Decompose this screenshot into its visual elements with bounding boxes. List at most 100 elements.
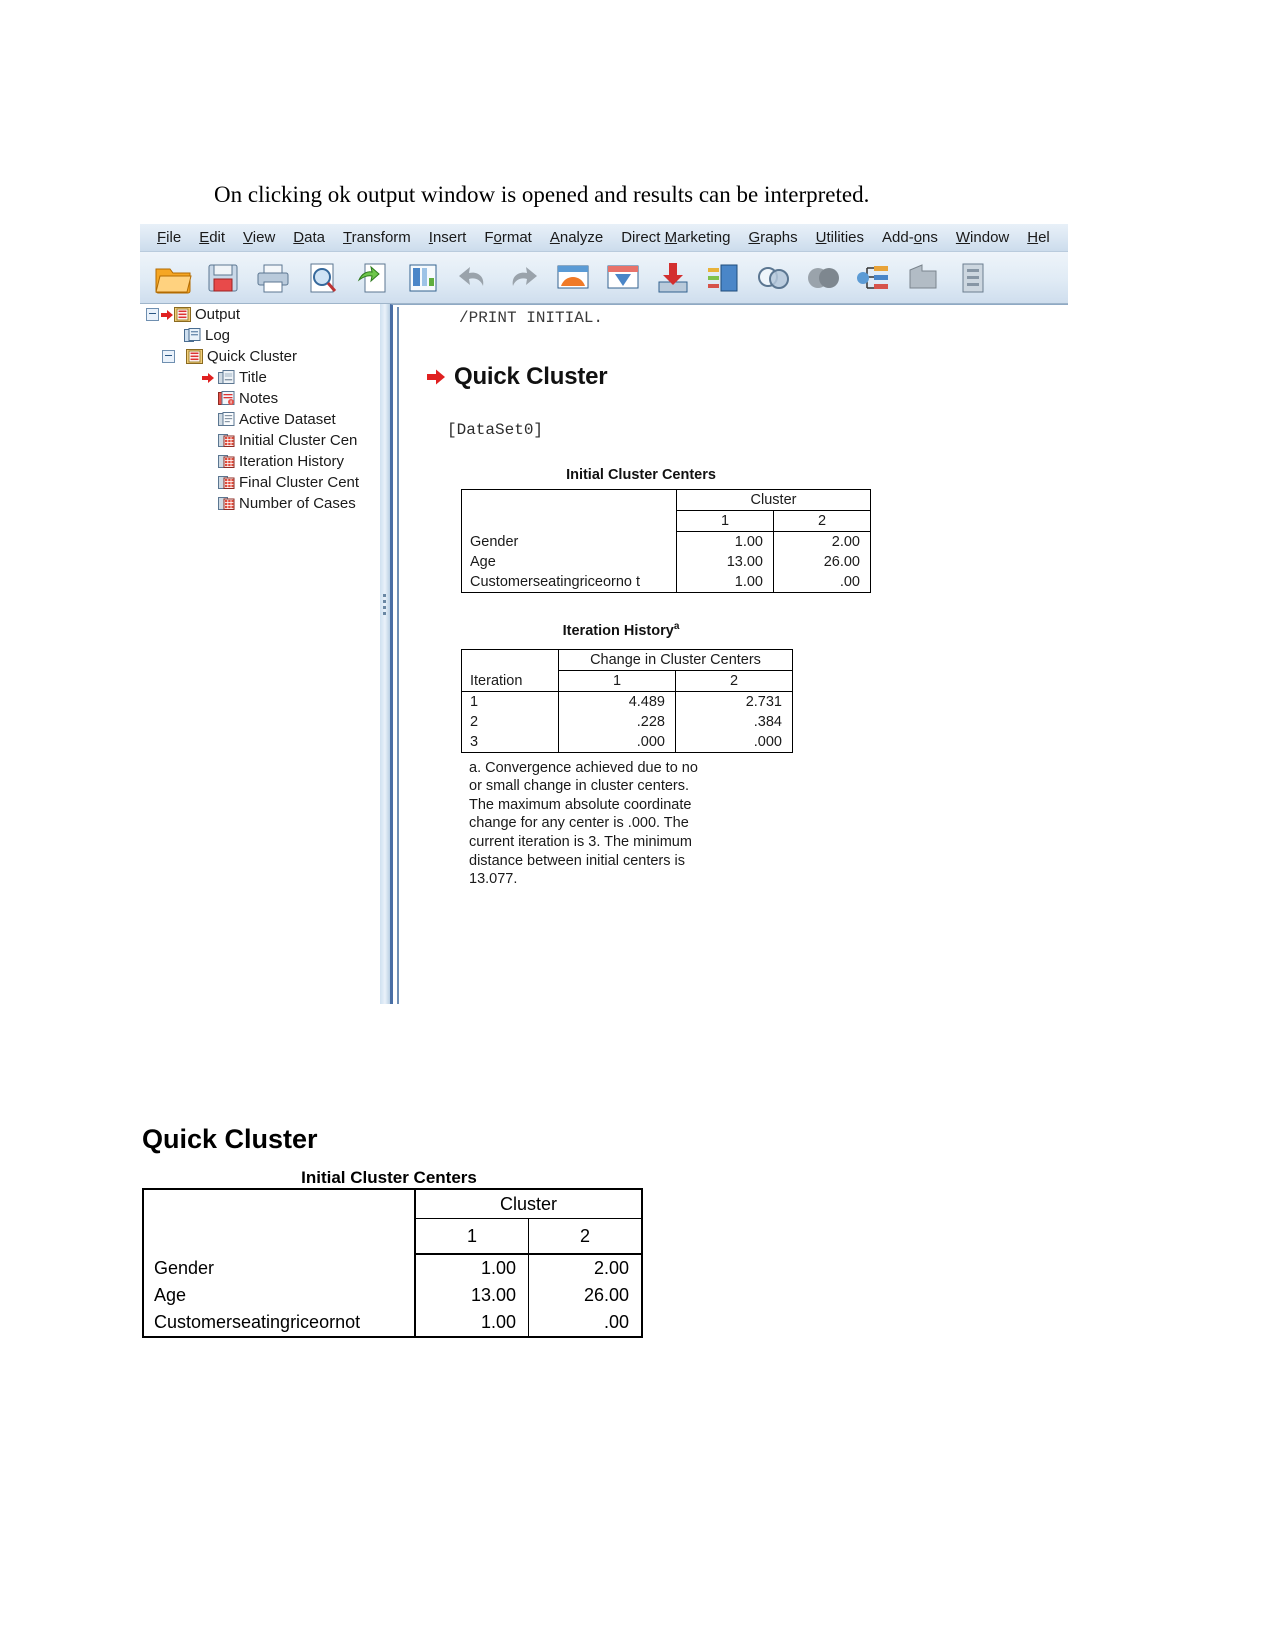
menu-item-direct-marketing[interactable]: Direct Marketing [612, 229, 739, 246]
tree-item-active-dataset[interactable]: Active Dataset [140, 409, 380, 430]
cell-value: 4.489 [628, 693, 665, 710]
table-row: Gender 1.00 2.00 [143, 1254, 642, 1282]
notes-icon [218, 391, 235, 406]
goto-variable-icon[interactable] [600, 256, 646, 300]
splitter-grip-icon [383, 594, 386, 618]
recall-dialogs-icon[interactable] [400, 256, 446, 300]
goto-case-icon[interactable] [550, 256, 596, 300]
tree-item-label: Final Cluster Cent [239, 474, 360, 491]
table-header-row: Cluster [143, 1189, 642, 1254]
save-icon[interactable] [200, 256, 246, 300]
red-arrow-icon [202, 372, 215, 384]
table-icon [218, 454, 235, 469]
initial-cluster-centers-table: Cluster 1 2 Gender 1.00 2.00 Age 13.00 2… [461, 489, 871, 593]
tree-item-log[interactable]: Log [140, 325, 380, 346]
intro-paragraph: On clicking ok output window is opened a… [214, 182, 870, 207]
output-viewer[interactable]: /PRINT INITIAL. Quick Cluster [DataSet0]… [390, 304, 1068, 1004]
menu-item-file[interactable]: File [148, 229, 190, 246]
menu-item-edit[interactable]: Edit [190, 229, 234, 246]
tree-item-output[interactable]: Output [140, 304, 380, 325]
row-label: 1 [461, 691, 559, 712]
table-row: Age 13.00 26.00 [143, 1282, 642, 1309]
tree-item-title[interactable]: Title [140, 367, 380, 388]
window-body: Output Log Quick Cluster Title Notes Act… [140, 304, 1068, 1004]
menu-item-view[interactable]: View [234, 229, 284, 246]
table-row: Gender 1.00 2.00 [461, 531, 871, 552]
column-header-2: 2 [675, 670, 793, 692]
cell-value: .00 [773, 572, 871, 593]
row-label: Customerseatingriceornot [143, 1309, 416, 1337]
output-icon [186, 349, 203, 364]
tree-item-label: Initial Cluster Cen [239, 432, 358, 449]
cell-value: .228 [636, 713, 665, 730]
red-arrow-icon [427, 368, 447, 386]
cell-value: 1.00 [480, 1312, 516, 1332]
cell-value: 2.00 [528, 1254, 642, 1282]
tree-item-label: Quick Cluster [207, 348, 298, 365]
menu-item-format[interactable]: Format [475, 229, 541, 246]
tree-item-label: Title [239, 369, 267, 386]
corner-cell [143, 1189, 416, 1254]
cell-value: 26.00 [773, 552, 871, 572]
tree-item-number-of-cases[interactable]: Number of Cases [140, 493, 380, 514]
menu-item-add-ons[interactable]: Add-ons [873, 229, 947, 246]
table-row: 2 .228 .384 [461, 711, 793, 732]
menu-item-help[interactable]: Hel [1018, 229, 1059, 246]
menu-item-data[interactable]: Data [284, 229, 334, 246]
tree-item-label: Notes [239, 390, 279, 407]
insert-new-icon[interactable] [650, 256, 696, 300]
split-file-icon[interactable] [850, 256, 896, 300]
output-heading-text: Quick Cluster [454, 363, 608, 390]
expander-output-icon[interactable] [146, 308, 159, 321]
tool-bar [140, 252, 1068, 304]
output-outline-tree[interactable]: Output Log Quick Cluster Title Notes Act… [140, 304, 380, 1004]
tree-item-initial-cluster-centers[interactable]: Initial Cluster Cen [140, 430, 380, 451]
row-axis-header: Iteration [461, 670, 559, 692]
footnote-text: Convergence achieved due to no or small … [469, 759, 698, 888]
open-file-icon[interactable] [150, 256, 196, 300]
tree-item-iteration-history[interactable]: Iteration History [140, 451, 380, 472]
menu-item-insert[interactable]: Insert [420, 229, 476, 246]
column-header-2: 2 [773, 510, 871, 532]
variables-icon[interactable] [700, 256, 746, 300]
initial-cluster-centers-table-wrap: Cluster 1 2 Gender 1.00 2.00 Age 13.00 2… [461, 489, 1068, 593]
table-icon [218, 475, 235, 490]
find-icon[interactable] [750, 256, 796, 300]
tree-item-final-cluster-centers[interactable]: Final Cluster Cent [140, 472, 380, 493]
print-preview-icon[interactable] [300, 256, 346, 300]
table-row: Customerseatingriceornot 1.00 .00 [143, 1309, 642, 1337]
value-labels-icon[interactable] [950, 256, 996, 300]
tree-item-quick-cluster[interactable]: Quick Cluster [140, 346, 380, 367]
menu-item-utilities[interactable]: Utilities [807, 229, 873, 246]
export-icon[interactable] [350, 256, 396, 300]
menu-item-transform[interactable]: Transform [334, 229, 420, 246]
document-table-wrap: Cluster 1 2 Gender 1.00 2.00 Age 13.00 2… [142, 1188, 643, 1338]
select-cases-icon[interactable] [800, 256, 846, 300]
table-header-row: Change in Cluster Centers [461, 649, 793, 671]
iteration-history-footnote: a. Convergence achieved due to no or smal… [469, 759, 701, 889]
table-subheader-row: Iteration 1 2 [461, 670, 793, 692]
cell-value: 13.00 [726, 554, 763, 570]
iteration-history-table-wrap: Change in Cluster Centers Iteration 1 2 … [461, 648, 1068, 753]
pane-splitter[interactable] [380, 304, 390, 1004]
cell-value: 2.731 [675, 691, 793, 712]
undo-icon[interactable] [450, 256, 496, 300]
redo-icon[interactable] [500, 256, 546, 300]
log-icon [184, 328, 201, 343]
iteration-history-title-text: Iteration History [562, 622, 674, 639]
table-header-row: Cluster [461, 489, 871, 532]
menu-item-window[interactable]: Window [947, 229, 1018, 246]
output-icon [174, 307, 191, 322]
tree-item-label: Log [205, 327, 231, 344]
print-icon[interactable] [250, 256, 296, 300]
row-label: Gender [143, 1254, 416, 1282]
table-row: 3 .000 .000 [461, 731, 793, 753]
group-header: Change in Cluster Centers [558, 649, 793, 671]
menu-item-analyze[interactable]: Analyze [541, 229, 612, 246]
tree-item-label: Iteration History [239, 453, 345, 470]
row-label: 3 [461, 731, 559, 753]
tree-item-notes[interactable]: Notes [140, 388, 380, 409]
weight-cases-icon[interactable] [900, 256, 946, 300]
menu-item-graphs[interactable]: Graphs [739, 229, 806, 246]
expander-quick-cluster-icon[interactable] [162, 350, 175, 363]
